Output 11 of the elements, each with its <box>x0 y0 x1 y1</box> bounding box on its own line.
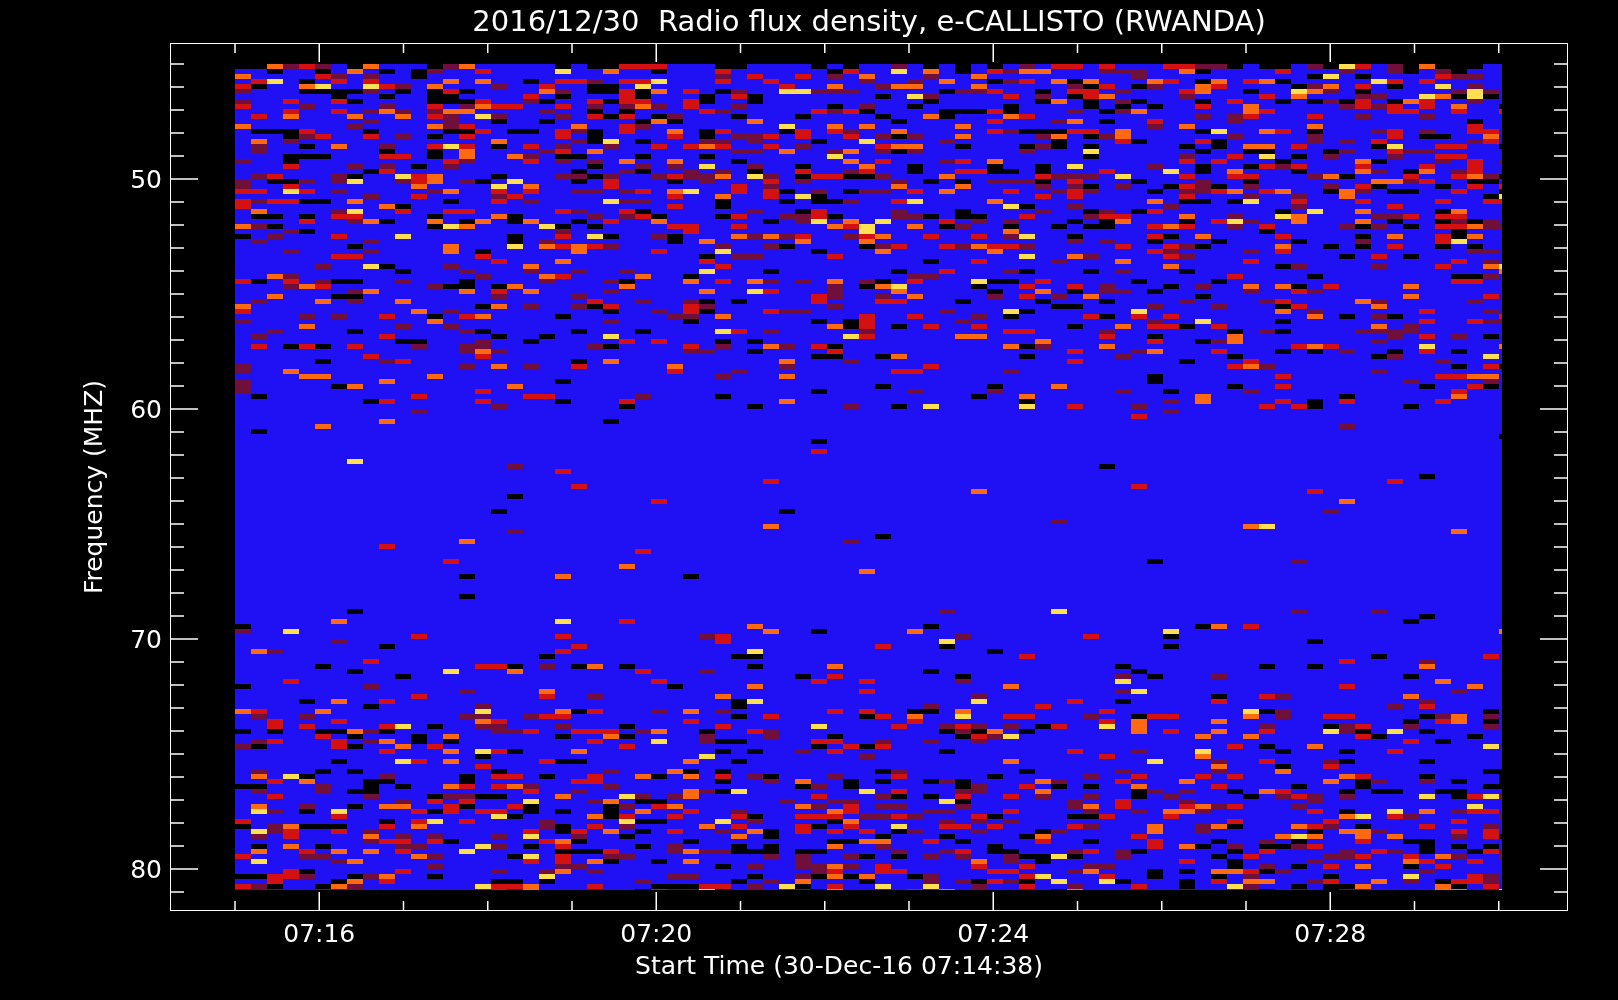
y-tick-label: 60 <box>130 394 162 424</box>
x-tick-label: 07:20 <box>620 919 693 948</box>
x-axis-label: Start Time (30-Dec-16 07:14:38) <box>635 951 1043 980</box>
y-tick-label: 80 <box>130 854 162 884</box>
x-tick-label: 07:28 <box>1294 919 1367 948</box>
x-tick-label: 07:16 <box>283 919 356 948</box>
x-tick-label: 07:24 <box>957 919 1030 948</box>
y-tick-label: 70 <box>130 624 162 654</box>
y-axis-label: Frequency (MHZ) <box>78 380 108 595</box>
chart-title: 2016/12/30 Radio flux density, e-CALLISTO (RWANDA) <box>472 4 1266 38</box>
y-tick-label: 50 <box>130 164 162 194</box>
